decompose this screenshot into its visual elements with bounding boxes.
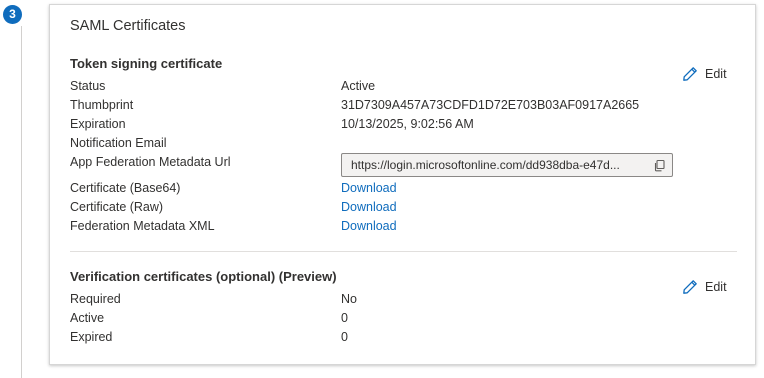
expired-value: 0	[341, 330, 348, 344]
expiration-value: 10/13/2025, 9:02:56 AM	[341, 117, 474, 131]
verification-section-title: Verification certificates (optional) (Pr…	[70, 269, 337, 284]
notification-email-label: Notification Email	[70, 136, 167, 150]
step-number-badge: 3	[3, 5, 22, 24]
verification-edit-button[interactable]: Edit	[682, 278, 727, 296]
certificate-base64-download-link[interactable]: Download	[341, 181, 397, 195]
saml-certificates-card: SAML Certificates Token signing certific…	[49, 4, 756, 365]
expired-label: Expired	[70, 330, 113, 344]
step-connector-line	[21, 26, 22, 378]
required-value: No	[341, 292, 357, 306]
federation-metadata-xml-download-link[interactable]: Download	[341, 219, 397, 233]
metadata-url-label: App Federation Metadata Url	[70, 155, 231, 169]
federation-metadata-xml-label: Federation Metadata XML	[70, 219, 215, 233]
edit-label: Edit	[705, 67, 727, 81]
token-signing-edit-button[interactable]: Edit	[682, 65, 727, 83]
status-label: Status	[70, 79, 106, 93]
card-title: SAML Certificates	[70, 18, 186, 34]
thumbprint-value: 31D7309A457A73CDFD1D72E703B03AF0917A2665	[341, 98, 640, 112]
expiration-label: Expiration	[70, 117, 126, 131]
metadata-url-value[interactable]: https://login.microsoftonline.com/dd938d…	[342, 158, 646, 172]
required-label: Required	[70, 292, 121, 306]
active-value: 0	[341, 311, 348, 325]
status-value: Active	[341, 79, 376, 93]
token-signing-section-title: Token signing certificate	[70, 56, 223, 71]
certificate-raw-download-link[interactable]: Download	[341, 200, 397, 214]
metadata-url-field[interactable]: https://login.microsoftonline.com/dd938d…	[341, 153, 673, 177]
edit-label: Edit	[705, 280, 727, 294]
active-label: Active	[70, 311, 105, 325]
thumbprint-label: Thumbprint	[70, 98, 134, 112]
certificate-raw-label: Certificate (Raw)	[70, 200, 164, 214]
pencil-icon	[682, 66, 698, 82]
pencil-icon	[682, 279, 698, 295]
copy-icon[interactable]	[646, 154, 672, 176]
section-divider	[70, 251, 737, 252]
certificate-base64-label: Certificate (Base64)	[70, 181, 181, 195]
